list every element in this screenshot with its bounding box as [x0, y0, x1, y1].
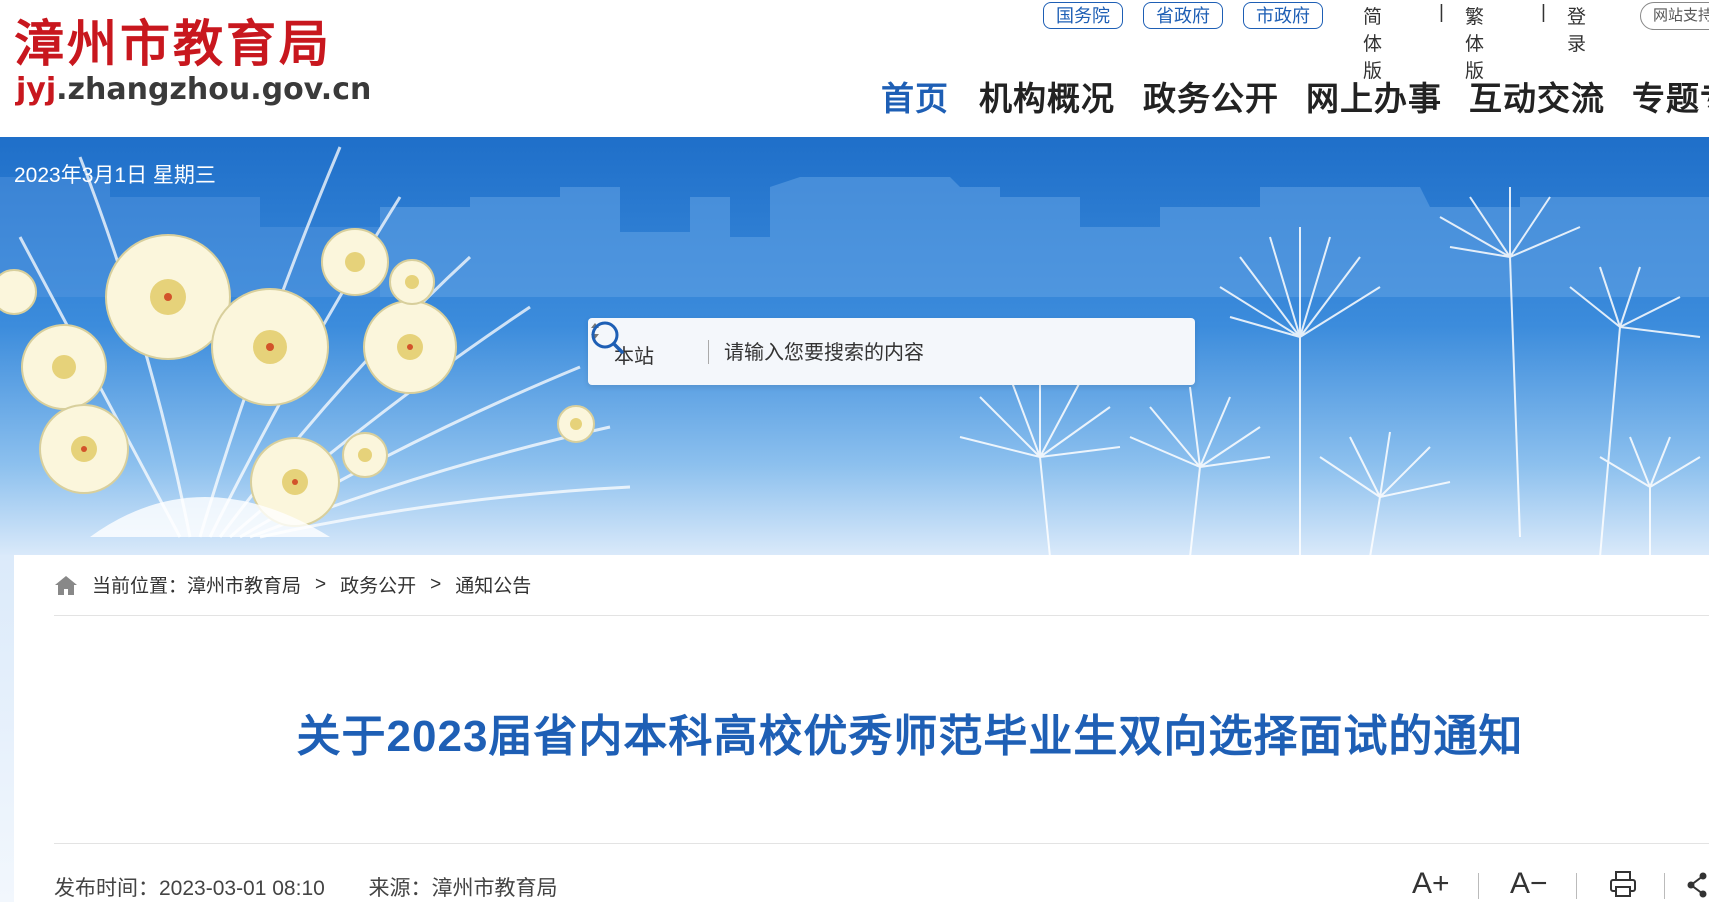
- site-support-button[interactable]: 网站支持: [1640, 2, 1709, 30]
- tool-separator: [1664, 873, 1665, 899]
- nav-organization[interactable]: 机构概况: [979, 72, 1115, 120]
- link-simplified[interactable]: 简体版: [1363, 2, 1382, 83]
- side-gradient: [0, 555, 14, 902]
- breadcrumb-label: 当前位置：: [92, 576, 188, 597]
- nav-interaction[interactable]: 互动交流: [1469, 72, 1605, 120]
- nav-government-affairs[interactable]: 政务公开: [1143, 72, 1279, 120]
- breadcrumb-item-government-affairs[interactable]: 政务公开: [340, 571, 416, 598]
- home-icon: [55, 575, 77, 595]
- link-traditional[interactable]: 繁体版: [1465, 2, 1484, 83]
- breadcrumb-separator: >: [315, 573, 327, 595]
- search-icon[interactable]: [588, 318, 628, 358]
- site-url: jyj.zhangzhou.gov.cn: [16, 72, 371, 107]
- print-icon[interactable]: [1608, 869, 1638, 899]
- font-decrease-button[interactable]: A−: [1510, 867, 1548, 901]
- current-date: 2023年3月1日 星期三: [14, 164, 216, 187]
- search-input[interactable]: [722, 334, 1106, 372]
- share-icon[interactable]: [1686, 871, 1708, 899]
- site-url-domain: .zhangzhou.gov.cn: [56, 72, 372, 107]
- breadcrumb-item-home[interactable]: 漳州市教育局: [187, 571, 301, 598]
- link-login[interactable]: 登录: [1567, 2, 1586, 56]
- link-city-gov[interactable]: 市政府: [1243, 2, 1323, 29]
- article-title: 关于2023届省内本科高校优秀师范毕业生双向选择面试的通知: [296, 712, 1524, 761]
- site-header: 漳州市教育局 jyj.zhangzhou.gov.cn 国务院 省政府 市政府 …: [0, 0, 1709, 137]
- site-logo[interactable]: 漳州市教育局: [14, 4, 332, 76]
- divider: [54, 843, 1709, 844]
- source-value: 漳州市教育局: [431, 877, 558, 900]
- tool-separator: [1576, 873, 1577, 899]
- hero-banner: 2023年3月1日 星期三 本站: [0, 137, 1709, 557]
- breadcrumb-separator: >: [430, 573, 442, 595]
- divider: [54, 615, 1709, 616]
- publish-time: 2023-03-01 08:10: [159, 877, 325, 900]
- publish-time-label: 发布时间：: [54, 877, 159, 900]
- nav-home[interactable]: 首页: [881, 72, 949, 120]
- article-meta: 发布时间：2023-03-01 08:10 来源：漳州市教育局: [54, 872, 558, 902]
- tool-separator: [1478, 873, 1479, 899]
- top-separator: |: [1541, 2, 1546, 23]
- source-label: 来源：: [368, 877, 432, 900]
- site-url-prefix: jyj: [16, 72, 57, 107]
- link-state-council[interactable]: 国务院: [1043, 2, 1123, 29]
- search-divider: [708, 340, 709, 364]
- search-bar: 本站: [588, 318, 1195, 385]
- breadcrumb: 当前位置： 漳州市教育局 > 政务公开 > 通知公告: [54, 571, 531, 598]
- breadcrumb-item-notices[interactable]: 通知公告: [455, 571, 531, 598]
- top-separator: |: [1439, 2, 1444, 23]
- article-card: 当前位置： 漳州市教育局 > 政务公开 > 通知公告 关于2023届省内本科高校…: [14, 555, 1709, 902]
- link-provincial-gov[interactable]: 省政府: [1143, 2, 1223, 29]
- nav-special-topics[interactable]: 专题专栏: [1632, 72, 1709, 120]
- font-increase-button[interactable]: A+: [1412, 867, 1450, 901]
- nav-online-services[interactable]: 网上办事: [1306, 72, 1442, 120]
